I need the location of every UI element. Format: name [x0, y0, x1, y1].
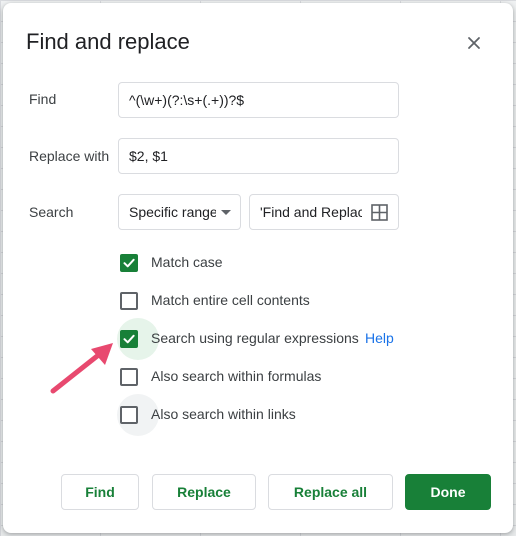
replace-input-value: $2, $1: [129, 148, 168, 164]
check-icon: [123, 258, 135, 268]
find-input[interactable]: ^(\w+)(?:\s+(.+))?$: [118, 82, 399, 118]
search-scope-dropdown[interactable]: Specific range: [118, 194, 241, 230]
search-label: Search: [29, 204, 74, 220]
caret-down-icon: [221, 210, 231, 215]
grid-icon[interactable]: [371, 204, 388, 221]
find-and-replace-dialog: Find and replace Find ^(\w+)(?:\s+(.+))?…: [3, 3, 513, 533]
find-input-value: ^(\w+)(?:\s+(.+))?$: [129, 92, 245, 108]
arrow-annotation: [50, 343, 113, 394]
find-label: Find: [29, 91, 57, 107]
match-case-label: Match case: [151, 254, 223, 270]
search-formulas-checkbox[interactable]: [120, 368, 138, 386]
done-button[interactable]: Done: [405, 474, 491, 510]
match-entire-cell-label: Match entire cell contents: [151, 292, 310, 308]
check-icon: [123, 334, 135, 344]
close-button[interactable]: [462, 31, 486, 55]
range-input[interactable]: 'Find and Replac: [249, 194, 399, 230]
find-button[interactable]: Find: [61, 474, 139, 510]
search-links-label: Also search within links: [151, 406, 296, 422]
replace-all-button[interactable]: Replace all: [268, 474, 393, 510]
help-link[interactable]: Help: [365, 330, 394, 346]
replace-label: Replace with: [29, 148, 110, 164]
search-scope-value: Specific range: [129, 204, 216, 220]
search-formulas-label: Also search within formulas: [151, 368, 322, 384]
replace-input[interactable]: $2, $1: [118, 138, 399, 174]
regular-expressions-checkbox[interactable]: [120, 330, 138, 348]
replace-button[interactable]: Replace: [152, 474, 256, 510]
range-input-value: 'Find and Replac: [260, 204, 362, 220]
match-entire-cell-checkbox[interactable]: [120, 292, 138, 310]
search-links-checkbox[interactable]: [120, 406, 138, 424]
dialog-title: Find and replace: [26, 29, 190, 54]
match-case-checkbox[interactable]: [120, 254, 138, 272]
regular-expressions-label: Search using regular expressions: [151, 330, 359, 346]
close-icon: [468, 37, 480, 49]
